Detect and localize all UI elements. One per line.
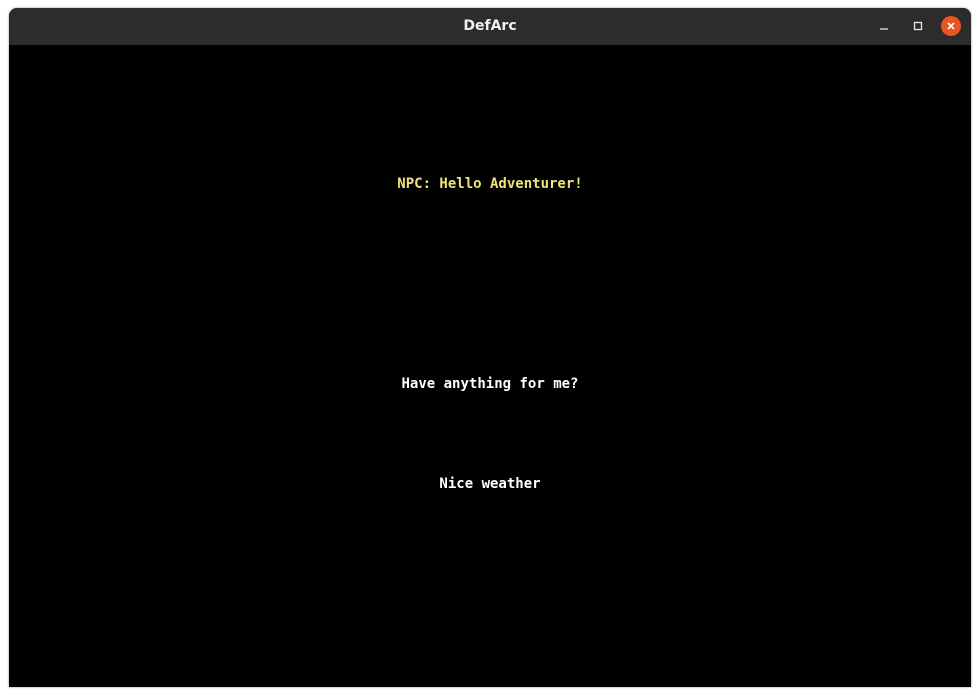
maximize-button[interactable] — [908, 16, 928, 36]
maximize-icon — [913, 21, 923, 31]
app-window: DefArc NPC: Hello Adventurer! Have anyth… — [9, 8, 971, 687]
close-button[interactable] — [941, 16, 961, 36]
minimize-icon — [880, 28, 888, 30]
game-canvas: NPC: Hello Adventurer! Have anything for… — [9, 45, 971, 687]
dialogue-option-nice-weather[interactable]: Nice weather — [9, 475, 971, 493]
title-bar[interactable]: DefArc — [9, 8, 971, 45]
window-title: DefArc — [463, 18, 517, 34]
minimize-button[interactable] — [874, 16, 894, 36]
npc-dialogue-text: NPC: Hello Adventurer! — [397, 176, 583, 192]
close-icon — [947, 22, 955, 30]
dialogue-option-have-anything[interactable]: Have anything for me? — [9, 375, 971, 393]
